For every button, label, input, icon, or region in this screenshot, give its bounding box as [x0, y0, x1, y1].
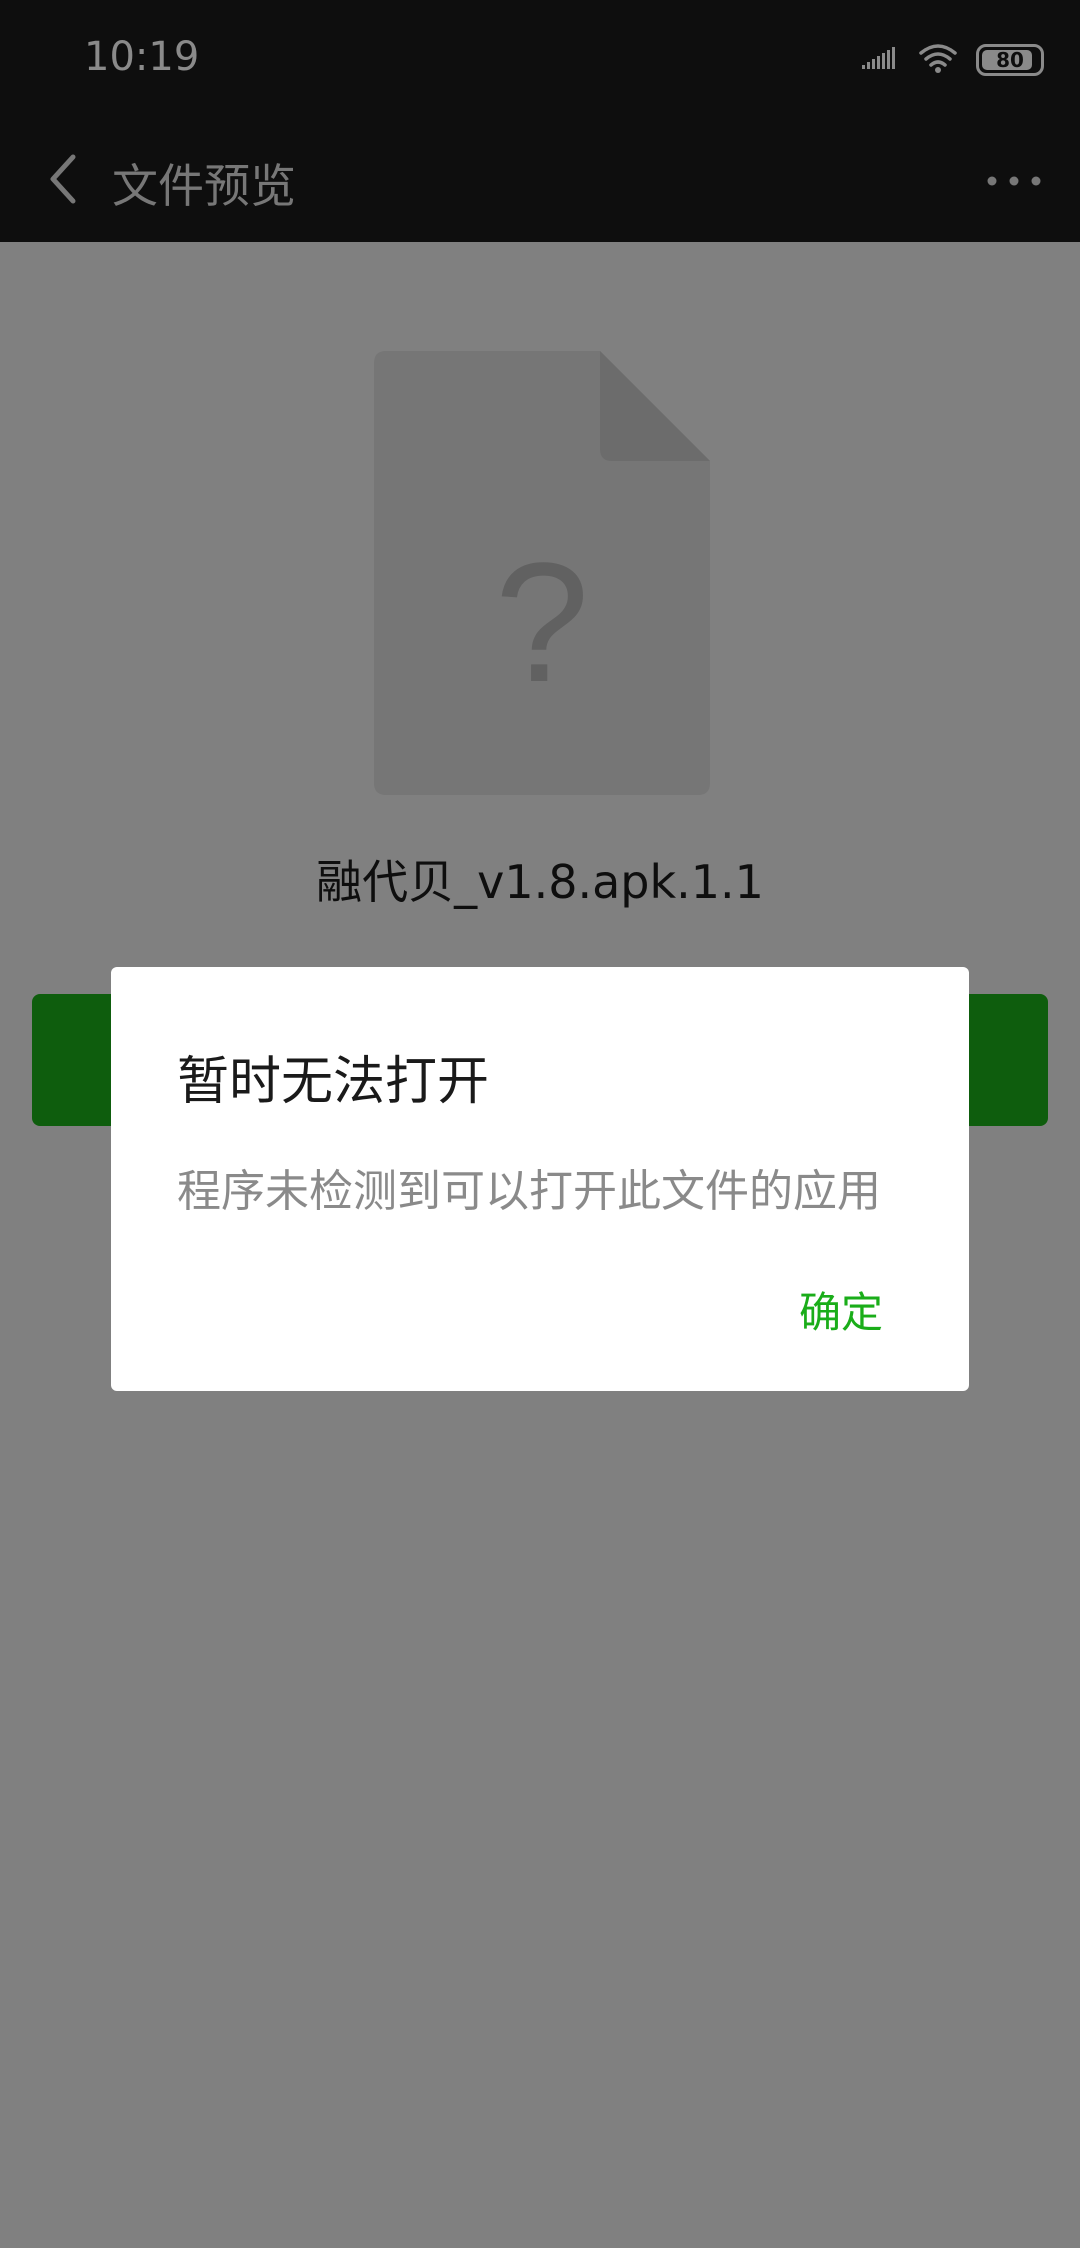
dialog-message: 程序未检测到可以打开此文件的应用 — [177, 1166, 881, 1217]
alert-dialog: 暂时无法打开 程序未检测到可以打开此文件的应用 确定 — [111, 967, 969, 1391]
dialog-title: 暂时无法打开 — [177, 1052, 490, 1112]
confirm-button[interactable]: 确定 — [793, 1277, 889, 1341]
